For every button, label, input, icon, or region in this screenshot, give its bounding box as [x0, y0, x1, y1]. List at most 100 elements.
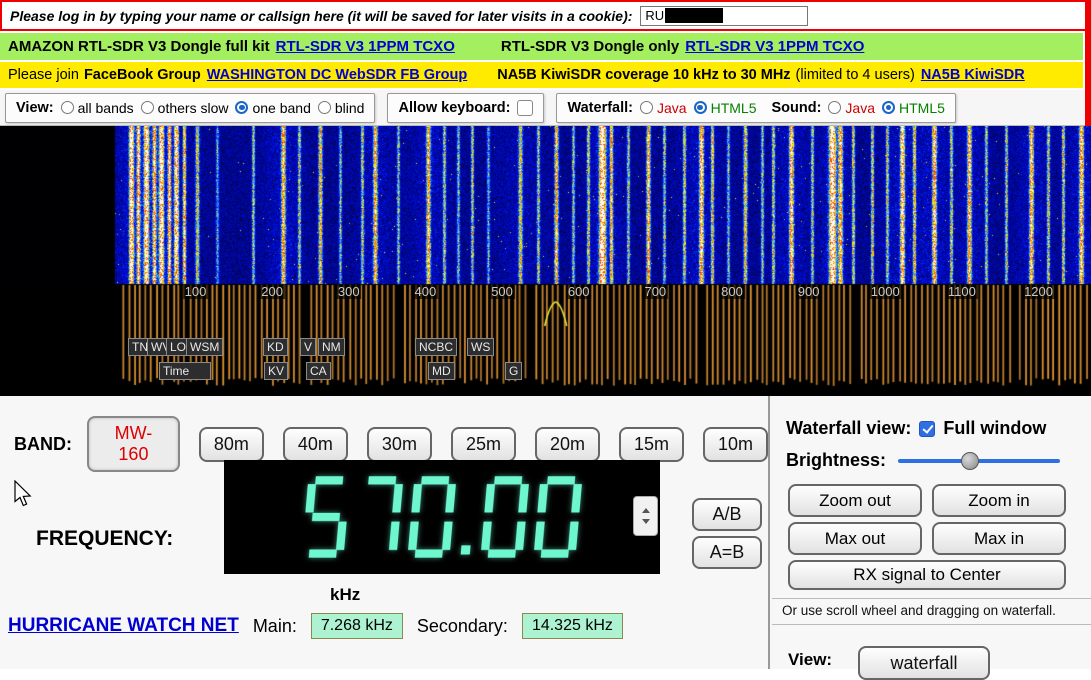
websdr-page: Please log in by typing your name or cal… [0, 0, 1091, 669]
station-label[interactable]: WSM [186, 338, 223, 356]
scroll-hint-text: Or use scroll wheel and dragging on wate… [782, 603, 1056, 618]
radio-sound-html5[interactable] [882, 101, 895, 114]
full-window-checkbox[interactable] [919, 421, 935, 437]
waterfall-sound-box: Waterfall: Java HTML5 Sound: Java HTML5 [556, 93, 955, 123]
kiwisdr-link[interactable]: NA5B KiwiSDR [921, 67, 1025, 83]
station-label[interactable]: MD [428, 362, 455, 380]
band-button-20m[interactable]: 20m [535, 427, 600, 462]
scale-tick-1000: 1000 [869, 285, 902, 299]
rtl-sdr-link-2[interactable]: RTL-SDR V3 1PPM TCXO [685, 38, 864, 55]
band-button-mw-160[interactable]: MW-160 [87, 416, 180, 472]
scale-tick-1100: 1100 [946, 285, 978, 299]
station-label[interactable]: NM [318, 338, 345, 356]
band-button-15m[interactable]: 15m [619, 427, 684, 462]
station-label[interactable]: G [505, 362, 522, 380]
callsign-input[interactable]: RU [640, 6, 808, 26]
station-label[interactable]: WS [467, 338, 494, 356]
main-freq-value[interactable]: 7.268 kHz [311, 613, 403, 639]
khz-unit-label: kHz [330, 585, 360, 605]
zoom-in-button[interactable]: Zoom in [932, 484, 1066, 517]
waterfall-mode-label: Waterfall: [567, 100, 633, 116]
promo-yellow-text2-bold: NA5B KiwiSDR coverage 10 kHz to 30 MHz [497, 67, 790, 83]
hurricane-watch-net-link[interactable]: HURRICANE WATCH NET [8, 615, 239, 637]
radio-one-band-label: one band [252, 100, 310, 116]
band-button-40m[interactable]: 40m [283, 427, 348, 462]
scale-tick-1200: 1200 [1022, 285, 1055, 299]
promo-yellow-text2: (limited to 4 users) [796, 67, 915, 83]
radio-blind[interactable] [318, 101, 331, 114]
frequency-scale: 100 200 300 400 500 600 700 800 900 1000 1100 1200 T… [0, 126, 1091, 396]
scale-tick-200: 200 [259, 285, 285, 299]
step-down-icon[interactable] [642, 519, 650, 524]
radio-others-slow[interactable] [141, 101, 154, 114]
scale-tick-900: 900 [796, 285, 822, 299]
keyboard-label: Allow keyboard: [398, 100, 510, 116]
partial-waterfall-button[interactable]: waterfall [858, 646, 990, 680]
waterfall-html5-label: HTML5 [711, 100, 757, 116]
station-label[interactable]: V [300, 338, 316, 356]
band-button-10m[interactable]: 10m [703, 427, 768, 462]
station-label[interactable]: KV [264, 362, 288, 380]
partial-view-label: View: [788, 650, 832, 670]
promo-yellow-text1-bold: FaceBook Group [84, 67, 201, 83]
brightness-slider[interactable] [898, 452, 1060, 470]
hurricane-net-row: HURRICANE WATCH NET Main: 7.268 kHz Seco… [8, 613, 623, 639]
frequency-display [224, 460, 660, 574]
waterfall-view-label: Waterfall view: [786, 418, 911, 439]
scale-tick-700: 700 [642, 285, 668, 299]
scale-tick-800: 800 [719, 285, 745, 299]
band-button-80m[interactable]: 80m [199, 427, 264, 462]
band-button-25m[interactable]: 25m [451, 427, 516, 462]
allow-keyboard-checkbox[interactable] [517, 100, 533, 116]
band-label: BAND: [14, 434, 72, 455]
radio-all-bands-label: all bands [78, 100, 134, 116]
top-controls-row: View: all bands others slow one band bli… [0, 90, 1091, 126]
sound-html5-label: HTML5 [899, 100, 945, 116]
tuning-panel: BAND: MW-160 80m 40m 30m 25m 20m 15m 10m… [0, 396, 770, 669]
login-bar: Please log in by typing your name or cal… [0, 0, 1091, 31]
promo-green-bar: AMAZON RTL-SDR V3 Dongle full kit RTL-SD… [0, 33, 1083, 60]
scale-tick-500: 500 [489, 285, 515, 299]
sound-mode-label: Sound: [771, 100, 821, 116]
frequency-label: FREQUENCY: [36, 527, 173, 551]
facebook-group-link[interactable]: WASHINGTON DC WebSDR FB Group [207, 67, 467, 83]
radio-sound-java[interactable] [828, 101, 841, 114]
station-label[interactable]: CA [306, 362, 331, 380]
rtl-sdr-link-1[interactable]: RTL-SDR V3 1PPM TCXO [276, 38, 455, 55]
brightness-slider-thumb[interactable] [961, 452, 979, 470]
rx-signal-center-button[interactable]: RX signal to Center [788, 560, 1066, 590]
promo-yellow-text1: Please join [8, 67, 79, 83]
band-button-30m[interactable]: 30m [367, 427, 432, 462]
secondary-freq-value[interactable]: 14.325 kHz [522, 613, 623, 639]
step-up-icon[interactable] [642, 508, 650, 513]
max-in-button[interactable]: Max in [932, 522, 1066, 555]
promo-green-text2: RTL-SDR V3 Dongle only [501, 38, 679, 55]
station-label[interactable]: NCBC [415, 338, 457, 356]
radio-all-bands[interactable] [61, 101, 74, 114]
scale-tick-600: 600 [566, 285, 592, 299]
scale-tick-300: 300 [336, 285, 362, 299]
station-label[interactable]: KD [263, 338, 288, 356]
seven-segment-readout [299, 474, 585, 560]
station-label[interactable]: Time [159, 362, 211, 380]
red-border-strip [1085, 0, 1091, 126]
view-label: View: [16, 100, 54, 116]
scale-tick-400: 400 [413, 285, 439, 299]
max-out-button[interactable]: Max out [788, 522, 922, 555]
sound-java-label: Java [845, 100, 875, 116]
radio-waterfall-html5[interactable] [694, 101, 707, 114]
zoom-out-button[interactable]: Zoom out [788, 484, 922, 517]
brightness-slider-track[interactable] [898, 459, 1060, 463]
scale-tick-100: 100 [183, 285, 209, 299]
ab-button[interactable]: A/B [692, 498, 762, 531]
radio-one-band[interactable] [235, 101, 248, 114]
keyboard-box: Allow keyboard: [387, 93, 544, 123]
full-window-label: Full window [943, 418, 1046, 439]
waterfall-view-row: Waterfall view: Full window [786, 418, 1046, 439]
frequency-stepper[interactable] [633, 496, 658, 536]
main-freq-label: Main: [253, 616, 297, 637]
radio-waterfall-java[interactable] [640, 101, 653, 114]
waterfall-display[interactable]: 100 200 300 400 500 600 700 800 900 1000 1100 1200 T… [0, 126, 1091, 396]
secondary-freq-label: Secondary: [417, 616, 508, 637]
a-equals-b-button[interactable]: A=B [692, 536, 762, 569]
